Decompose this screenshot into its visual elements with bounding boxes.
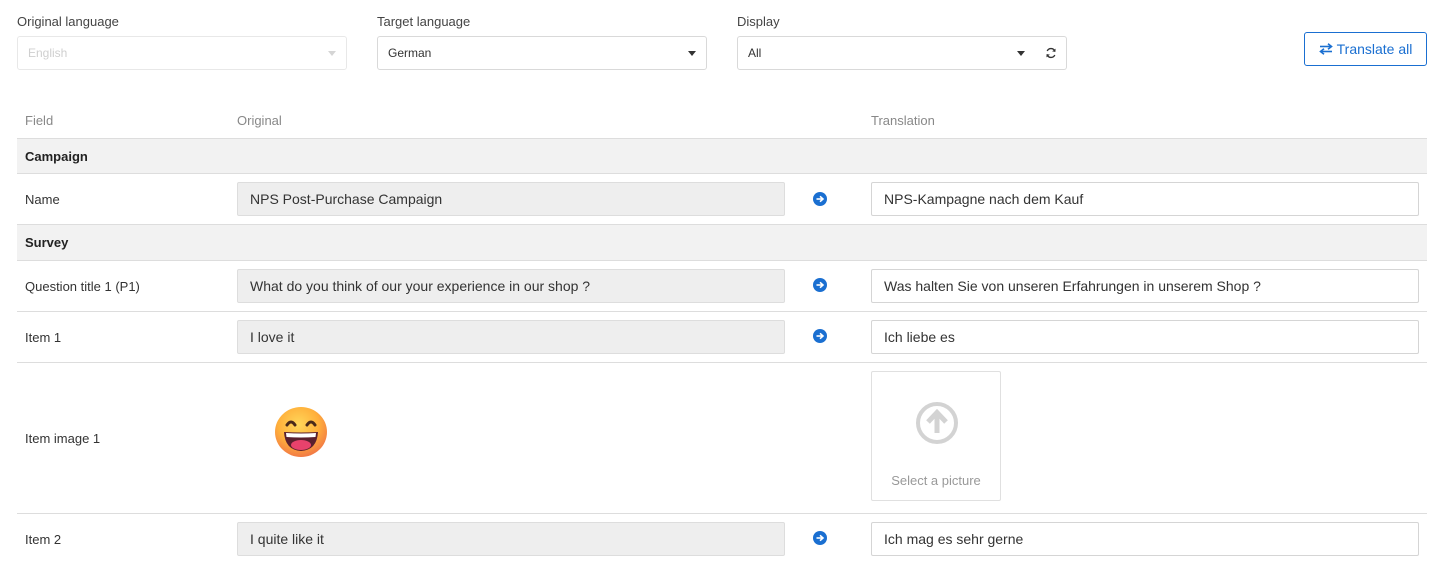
copy-original-button[interactable] [813, 329, 827, 343]
display-label: Display [737, 14, 780, 29]
field-label-item-1: Item 1 [25, 330, 62, 345]
target-language-select[interactable]: German [377, 36, 707, 70]
original-language-value: English [28, 46, 68, 60]
column-header-translation: Translation [871, 113, 935, 128]
display-value: All [748, 46, 762, 60]
arrow-right-circle-icon [816, 332, 825, 340]
upload-arrow-icon [916, 402, 958, 444]
row-divider [17, 513, 1427, 514]
translation-input-item-1[interactable]: Ich liebe es [871, 320, 1419, 354]
translation-input-item-2[interactable]: Ich mag es sehr gerne [871, 522, 1419, 556]
copy-original-button[interactable] [813, 531, 827, 545]
field-label-name: Name [25, 192, 60, 207]
translation-input-name[interactable]: NPS-Kampagne nach dem Kauf [871, 182, 1419, 216]
arrow-right-circle-icon [816, 534, 825, 542]
target-language-label: Target language [377, 14, 471, 29]
chevron-down-icon [328, 50, 336, 56]
row-divider [17, 311, 1427, 312]
translate-all-button[interactable]: Translate all [1304, 32, 1427, 66]
section-title: Survey [25, 235, 69, 250]
select-picture-label: Select a picture [891, 473, 981, 488]
chevron-down-icon [1017, 50, 1025, 56]
original-language-select[interactable]: English [17, 36, 347, 70]
section-title: Campaign [25, 148, 88, 164]
swap-arrows-icon [1318, 43, 1333, 55]
target-language-value: German [388, 46, 432, 60]
copy-original-button[interactable] [813, 278, 827, 292]
column-header-original: Original [237, 113, 282, 128]
refresh-icon [1045, 47, 1056, 59]
original-text-name: NPS Post-Purchase Campaign [237, 182, 785, 216]
original-text-item-2: I quite like it [237, 522, 785, 556]
column-header-field: Field [25, 113, 54, 128]
translation-input-question-title[interactable]: Was halten Sie von unseren Erfahrungen i… [871, 269, 1419, 303]
row-divider [17, 362, 1427, 363]
chevron-down-icon [688, 50, 696, 56]
grinning-face-emoji [275, 407, 327, 457]
arrow-right-circle-icon [816, 195, 825, 203]
original-language-label: Original language [17, 14, 119, 29]
field-label-question-title: Question title 1 (P1) [25, 279, 140, 294]
translate-all-label: Translate all [1336, 41, 1413, 57]
display-select[interactable]: All [737, 36, 1036, 70]
arrow-right-circle-icon [816, 281, 825, 289]
section-survey: Survey [17, 224, 1427, 261]
original-text-item-1: I love it [237, 320, 785, 354]
field-label-item-2: Item 2 [25, 532, 62, 547]
section-campaign: Campaign [17, 138, 1427, 174]
picture-picker[interactable]: Select a picture [871, 371, 1001, 501]
refresh-button[interactable] [1035, 36, 1067, 70]
field-label-item-image-1: Item image 1 [25, 431, 101, 446]
copy-original-button[interactable] [813, 192, 827, 206]
original-text-question-title: What do you think of our your experience… [237, 269, 785, 303]
